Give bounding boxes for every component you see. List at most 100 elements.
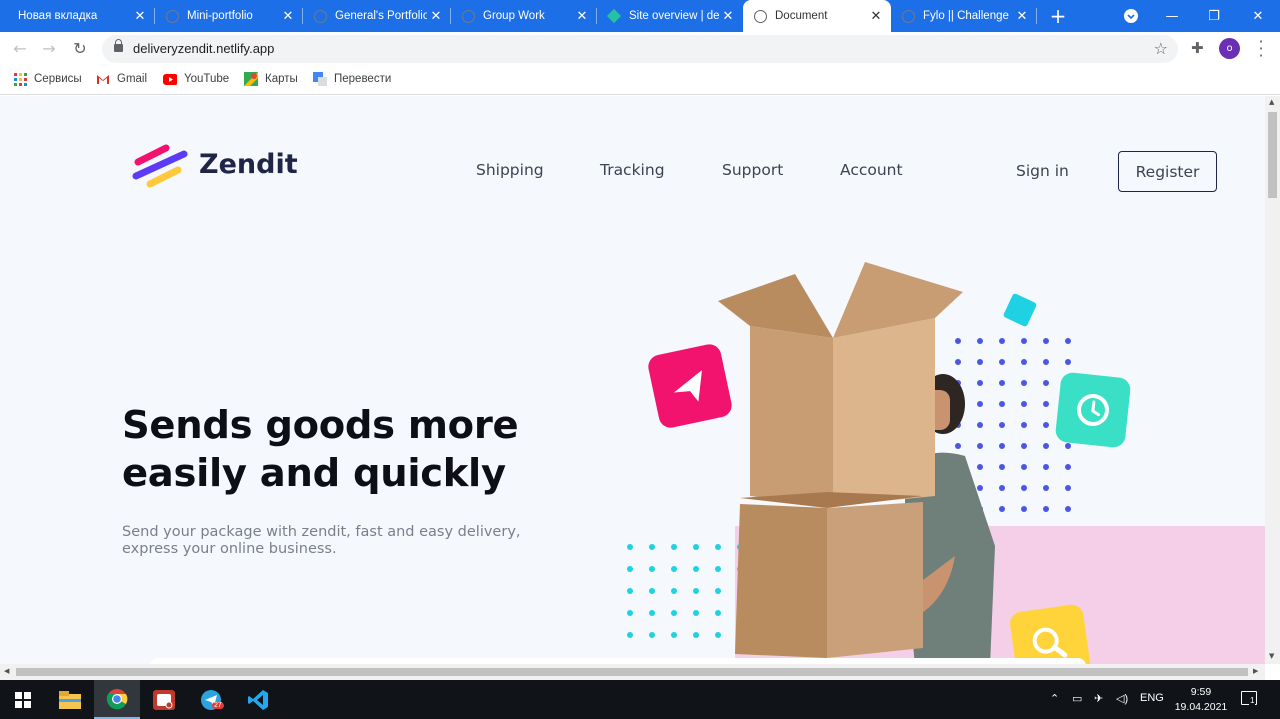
file-explorer-button[interactable] [47, 680, 93, 719]
nav-support[interactable]: Support [722, 161, 783, 179]
close-icon[interactable]: ✕ [131, 7, 149, 25]
close-icon[interactable]: ✕ [1013, 7, 1031, 25]
scroll-down-arrow-icon[interactable]: ▼ [1269, 652, 1274, 660]
browser-toolbar: ← → ↻ deliveryzendit.netlify.app ☆ [0, 32, 1280, 66]
vertical-scroll-thumb[interactable] [1268, 112, 1277, 198]
language-indicator[interactable]: ENG [1140, 692, 1164, 704]
translate-icon [313, 72, 327, 86]
vscode-button[interactable] [235, 680, 281, 719]
notifications-icon[interactable]: 1 [1241, 691, 1257, 705]
lock-icon[interactable] [114, 39, 123, 52]
close-icon[interactable]: ✕ [427, 7, 445, 25]
apps-icon [13, 72, 27, 86]
screen-recorder-button[interactable] [141, 680, 187, 719]
url-text[interactable]: deliveryzendit.netlify.app [133, 41, 274, 56]
reload-button[interactable]: ↻ [69, 39, 91, 59]
globe-icon [313, 9, 327, 23]
tab-mini-portfolio[interactable]: Mini-portfolio ✕ [155, 0, 303, 32]
register-button[interactable]: Register [1118, 151, 1217, 192]
bookmarks-bar: Сервисы Gmail YouTube Карты Перевести [0, 66, 1280, 95]
bookmark-maps[interactable]: Карты [244, 72, 298, 86]
tab-site-overview[interactable]: Site overview | de ✕ [597, 0, 743, 32]
globe-icon [901, 9, 915, 23]
restore-button[interactable]: ❐ [1194, 0, 1234, 32]
windows-taskbar: 27 ⌃ ▭ ✈ ◁) ENG 9:59 19.04.2021 1 [0, 680, 1280, 719]
gmail-icon [96, 72, 110, 86]
bookmark-label: Gmail [117, 73, 148, 85]
start-button[interactable] [0, 680, 46, 719]
bookmark-label: Сервисы [34, 73, 82, 85]
telegram-badge: 27 [212, 702, 224, 709]
tab-title: Mini-portfolio [187, 10, 253, 22]
clock-icon [1054, 371, 1132, 449]
nav-account[interactable]: Account [840, 161, 903, 179]
notification-badge: 1 [1249, 696, 1256, 705]
hero-subtext: Send your package with zendit, fast and … [122, 524, 521, 557]
youtube-icon [163, 72, 177, 86]
tab-document[interactable]: Document ✕ [743, 0, 891, 32]
bookmark-services[interactable]: Сервисы [13, 72, 82, 86]
nav-shipping[interactable]: Shipping [476, 161, 544, 179]
new-tab-button[interactable]: + [1048, 6, 1068, 26]
bookmark-star-icon[interactable]: ☆ [1154, 39, 1168, 58]
taskbar-clock[interactable]: 9:59 19.04.2021 [1174, 685, 1228, 715]
horizontal-scrollbar[interactable]: ◀ ▶ [0, 664, 1265, 680]
scroll-left-arrow-icon[interactable]: ◀ [4, 667, 9, 675]
battery-icon[interactable]: ▭ [1072, 692, 1082, 705]
bookmark-gmail[interactable]: Gmail [96, 72, 147, 86]
nav-tracking[interactable]: Tracking [600, 161, 665, 179]
tab-strip: Новая вкладка ✕ Mini-portfolio ✕ General… [0, 0, 1280, 32]
tab-title: General's Portfolio [335, 10, 427, 22]
tab-new-tab[interactable]: Новая вкладка ✕ [0, 0, 155, 32]
scroll-right-arrow-icon[interactable]: ▶ [1253, 667, 1258, 675]
vscode-icon [248, 689, 268, 710]
scroll-up-arrow-icon[interactable]: ▲ [1269, 98, 1274, 106]
tab-fylo-challenge[interactable]: Fylo || Challenge ✕ [891, 0, 1037, 32]
airplane-mode-icon[interactable]: ✈ [1094, 692, 1103, 705]
folder-icon [59, 690, 81, 709]
recorder-icon [153, 689, 175, 710]
tab-title: Fylo || Challenge [923, 10, 1009, 22]
page-viewport: Zendit Shipping Tracking Support Account… [0, 96, 1265, 664]
forward-button[interactable]: → [38, 39, 60, 59]
chrome-taskbar-button[interactable] [94, 680, 140, 719]
brand-name[interactable]: Zendit [199, 149, 298, 180]
bookmark-youtube[interactable]: YouTube [163, 72, 229, 86]
clock-time: 9:59 [1190, 686, 1212, 698]
tab-title: Group Work [483, 10, 545, 22]
close-window-button[interactable]: ✕ [1238, 0, 1278, 32]
back-button[interactable]: ← [9, 39, 31, 59]
vertical-scrollbar[interactable]: ▲ ▼ [1265, 96, 1280, 664]
sign-in-link[interactable]: Sign in [1016, 162, 1069, 180]
windows-icon [15, 691, 31, 708]
close-icon[interactable]: ✕ [867, 7, 885, 25]
clock-date: 19.04.2021 [1174, 701, 1228, 713]
netlify-icon [606, 8, 622, 24]
close-icon[interactable]: ✕ [573, 7, 591, 25]
tab-search-icon[interactable] [1111, 0, 1151, 32]
maps-icon [244, 72, 258, 86]
hero-headline: Sends goods more easily and quickly [122, 403, 519, 496]
menu-icon[interactable]: · · · [1256, 34, 1266, 64]
tab-group-work[interactable]: Group Work ✕ [451, 0, 597, 32]
close-icon[interactable]: ✕ [719, 7, 737, 25]
bookmark-translate[interactable]: Перевести [313, 72, 391, 86]
tab-title: Site overview | de [629, 10, 719, 22]
tab-title: Новая вкладка [18, 10, 98, 22]
horizontal-scroll-thumb[interactable] [16, 668, 1248, 676]
telegram-button[interactable]: 27 [188, 680, 234, 719]
show-hidden-icons[interactable]: ⌃ [1050, 692, 1059, 705]
globe-icon [753, 9, 767, 23]
profile-avatar[interactable]: о [1219, 38, 1240, 59]
extensions-icon[interactable]: ✚ [1191, 39, 1204, 57]
bookmark-label: YouTube [184, 73, 230, 85]
search-icon [1008, 603, 1092, 664]
address-bar[interactable]: deliveryzendit.netlify.app ☆ [102, 35, 1178, 63]
minimize-button[interactable]: — [1152, 0, 1192, 32]
globe-icon [461, 9, 475, 23]
close-icon[interactable]: ✕ [279, 7, 297, 25]
tab-generals-portfolio[interactable]: General's Portfolio ✕ [303, 0, 451, 32]
volume-icon[interactable]: ◁) [1116, 692, 1128, 705]
zendit-logo-icon[interactable] [132, 144, 188, 190]
tab-title: Document [775, 10, 828, 22]
